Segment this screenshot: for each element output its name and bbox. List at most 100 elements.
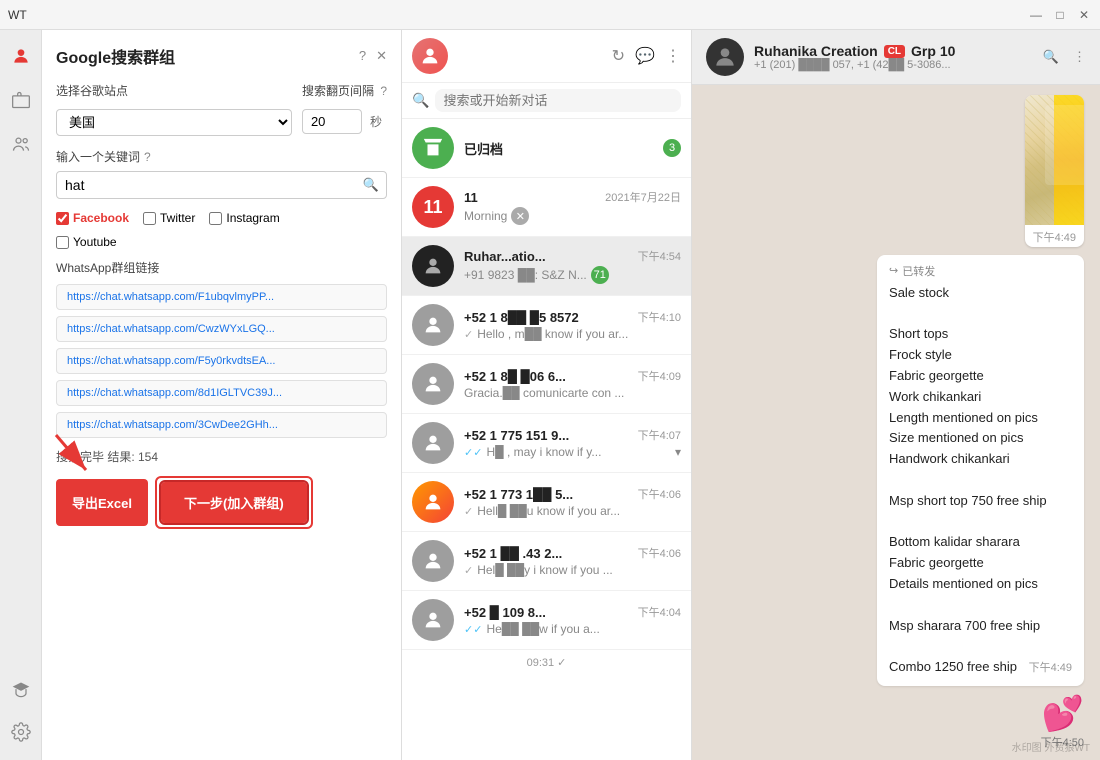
fabric-image bbox=[1025, 95, 1084, 225]
chat-52-4-preview: ✓ Hell█ ██u know if you ar... bbox=[464, 504, 681, 518]
more-icon[interactable]: ⋮ bbox=[665, 46, 681, 66]
red-arrow-indicator bbox=[46, 425, 106, 488]
facebook-checkbox[interactable]: Facebook bbox=[56, 211, 129, 225]
keyword-input[interactable] bbox=[56, 171, 387, 199]
image-message: 下午4:49 bbox=[1025, 95, 1084, 247]
message-header-info: Ruhanika Creation CL Grp 10 +1 (201) ███… bbox=[754, 43, 1033, 71]
chat-52-2-avatar bbox=[412, 363, 454, 405]
image-time: 下午4:49 bbox=[1025, 225, 1084, 247]
youtube-checkbox[interactable]: Youtube bbox=[56, 235, 117, 249]
link-list: https://chat.whatsapp.com/F1ubqvlmyPP...… bbox=[56, 284, 387, 438]
chat-item-52-3[interactable]: +52 1 775 151 9... 下午4:07 ✓✓ H█ , may i … bbox=[402, 414, 691, 473]
help-icon[interactable]: ? bbox=[359, 48, 366, 64]
link-item[interactable]: https://chat.whatsapp.com/F1ubqvlmyPP... bbox=[56, 284, 387, 310]
site-interval-row: 选择谷歌站点 美国 搜索翻页间隔 ? 秒 bbox=[56, 82, 387, 136]
panel-header: Google搜索群组 ? ✕ bbox=[56, 44, 387, 68]
interval-label: 搜索翻页间隔 ? bbox=[302, 82, 387, 99]
chat-icon[interactable]: 💬 bbox=[635, 46, 655, 66]
panel-header-icons: ? ✕ bbox=[359, 48, 387, 64]
platform-checkboxes: Facebook Twitter Instagram bbox=[56, 211, 387, 225]
twitter-label: Twitter bbox=[160, 211, 195, 225]
chat-52-1-name: +52 1 8██ █5 8572 bbox=[464, 310, 579, 325]
chat-item-11[interactable]: 11 11 2021年7月22日 Morning ✕ bbox=[402, 178, 691, 237]
chat-52-1-preview: ✓ Hello , m██ know if you ar... bbox=[464, 327, 681, 341]
chat-52-2-info: +52 1 8█ █06 6... 下午4:09 Gracia.██ comun… bbox=[464, 368, 681, 400]
close-button[interactable]: ✕ bbox=[1076, 7, 1092, 23]
chat-52-3-avatar bbox=[412, 422, 454, 464]
chat-52-4-time: 下午4:06 bbox=[638, 486, 681, 502]
chat-item-52-6[interactable]: +52 █ 109 8... 下午4:04 ✓✓ He██ ██w if you… bbox=[402, 591, 691, 650]
site-group: 选择谷歌站点 美国 bbox=[56, 82, 292, 136]
chat-52-3-info: +52 1 775 151 9... 下午4:07 ✓✓ H█ , may i … bbox=[464, 427, 681, 459]
message-search-icon[interactable]: 🔍 bbox=[1043, 49, 1059, 65]
chat-52-6-time: 下午4:04 bbox=[638, 604, 681, 620]
interval-input[interactable] bbox=[302, 109, 362, 134]
chat-52-5-time: 下午4:06 bbox=[638, 545, 681, 561]
next-step-button[interactable]: 下一步(加入群组) bbox=[161, 482, 307, 523]
chat-item-52-4[interactable]: +52 1 773 1██ 5... 下午4:06 ✓ Hell█ ██u kn… bbox=[402, 473, 691, 532]
whatsapp-label: WhatsApp群组链接 bbox=[56, 259, 387, 276]
chat-11-name: 11 bbox=[464, 190, 478, 205]
chat-52-5-name: +52 1 ██ .43 2... bbox=[464, 546, 562, 561]
twitter-checkbox[interactable]: Twitter bbox=[143, 211, 195, 225]
message-header-name: Ruhanika Creation CL Grp 10 bbox=[754, 43, 1033, 59]
ruhanika-info: Ruhar...atio... 下午4:54 +91 9823 ██: S&Z … bbox=[464, 248, 681, 284]
chat-52-3-name: +52 1 775 151 9... bbox=[464, 428, 569, 443]
chat-header-icons: ↻ 💬 ⋮ bbox=[612, 46, 681, 66]
chat-item-52-1[interactable]: +52 1 8██ █5 8572 下午4:10 ✓ Hello , m██ k… bbox=[402, 296, 691, 355]
search-icon: 🔍 bbox=[412, 92, 429, 109]
link-item[interactable]: https://chat.whatsapp.com/F5y0rkvdtsEA..… bbox=[56, 348, 387, 374]
site-select[interactable]: 美国 bbox=[56, 109, 292, 136]
refresh-icon[interactable]: ↻ bbox=[612, 46, 625, 66]
ruhanika-avatar bbox=[412, 245, 454, 287]
link-item[interactable]: https://chat.whatsapp.com/CwzWYxLGQ... bbox=[56, 316, 387, 342]
sidebar-icon-graduation[interactable] bbox=[5, 674, 37, 706]
titlebar: WT — □ ✕ bbox=[0, 0, 1100, 30]
chat-52-5-preview: ✓ Hel█ ██y i know if you ... bbox=[464, 563, 681, 577]
minimize-button[interactable]: — bbox=[1028, 7, 1044, 23]
link-item[interactable]: https://chat.whatsapp.com/8d1IGLTVC39J..… bbox=[56, 380, 387, 406]
chat-11-avatar: 11 bbox=[412, 186, 454, 228]
chat-52-5-info: +52 1 ██ .43 2... 下午4:06 ✓ Hel█ ██y i kn… bbox=[464, 545, 681, 577]
keyword-search-icon[interactable]: 🔍 bbox=[363, 177, 379, 193]
icon-sidebar bbox=[0, 30, 42, 760]
chat-list-header: ↻ 💬 ⋮ bbox=[402, 30, 691, 83]
chat-52-6-avatar bbox=[412, 599, 454, 641]
sidebar-icon-contacts[interactable] bbox=[5, 128, 37, 160]
interval-group: 搜索翻页间隔 ? 秒 bbox=[302, 82, 387, 134]
sidebar-icon-settings[interactable] bbox=[5, 716, 37, 748]
user-avatar bbox=[412, 38, 448, 74]
ruhanika-badge: 71 bbox=[591, 266, 609, 284]
instagram-checkbox[interactable]: Instagram bbox=[209, 211, 279, 225]
message-panel: Ruhanika Creation CL Grp 10 +1 (201) ███… bbox=[692, 30, 1100, 760]
app-title: WT bbox=[8, 8, 27, 22]
chat-52-6-name: +52 █ 109 8... bbox=[464, 605, 546, 620]
instagram-label: Instagram bbox=[226, 211, 279, 225]
archived-item[interactable]: 已归档 3 bbox=[402, 119, 691, 178]
cl-badge: CL bbox=[884, 45, 905, 58]
chat-52-4-avatar bbox=[412, 481, 454, 523]
chat-52-4-info: +52 1 773 1██ 5... 下午4:06 ✓ Hell█ ██u kn… bbox=[464, 486, 681, 518]
window-controls: — □ ✕ bbox=[1028, 7, 1092, 23]
maximize-button[interactable]: □ bbox=[1052, 7, 1068, 23]
chat-item-ruhanika[interactable]: Ruhar...atio... 下午4:54 +91 9823 ██: S&Z … bbox=[402, 237, 691, 296]
chat-search-input[interactable] bbox=[435, 89, 681, 112]
sidebar-bottom-icons bbox=[5, 674, 37, 748]
chat-search-bar: 🔍 bbox=[402, 83, 691, 119]
chat-list-footer-time: 09:31 ✓ bbox=[402, 650, 691, 675]
sec-label: 秒 bbox=[370, 113, 382, 130]
sidebar-icon-user[interactable] bbox=[5, 40, 37, 72]
text-message-bubble: ↪ 已转发 Sale stock Short tops Frock style … bbox=[877, 255, 1084, 686]
chat-11-info: 11 2021年7月22日 Morning ✕ bbox=[464, 189, 681, 225]
chat-item-52-5[interactable]: +52 1 ██ .43 2... 下午4:06 ✓ Hel█ ██y i kn… bbox=[402, 532, 691, 591]
hearts-emoji: 💕 bbox=[1042, 694, 1084, 734]
search-panel: Google搜索群组 ? ✕ 选择谷歌站点 美国 搜索翻页间隔 ? bbox=[42, 30, 402, 760]
ruhanika-name: Ruhar...atio... bbox=[464, 249, 546, 264]
chat-item-52-2[interactable]: +52 1 8█ █06 6... 下午4:09 Gracia.██ comun… bbox=[402, 355, 691, 414]
app-container: Google搜索群组 ? ✕ 选择谷歌站点 美国 搜索翻页间隔 ? bbox=[0, 30, 1100, 760]
sidebar-icon-business[interactable] bbox=[5, 84, 37, 116]
message-more-icon[interactable]: ⋮ bbox=[1073, 49, 1086, 65]
chat-52-2-name: +52 1 8█ █06 6... bbox=[464, 369, 566, 384]
message-header-avatar bbox=[706, 38, 744, 76]
panel-close-icon[interactable]: ✕ bbox=[376, 48, 387, 64]
